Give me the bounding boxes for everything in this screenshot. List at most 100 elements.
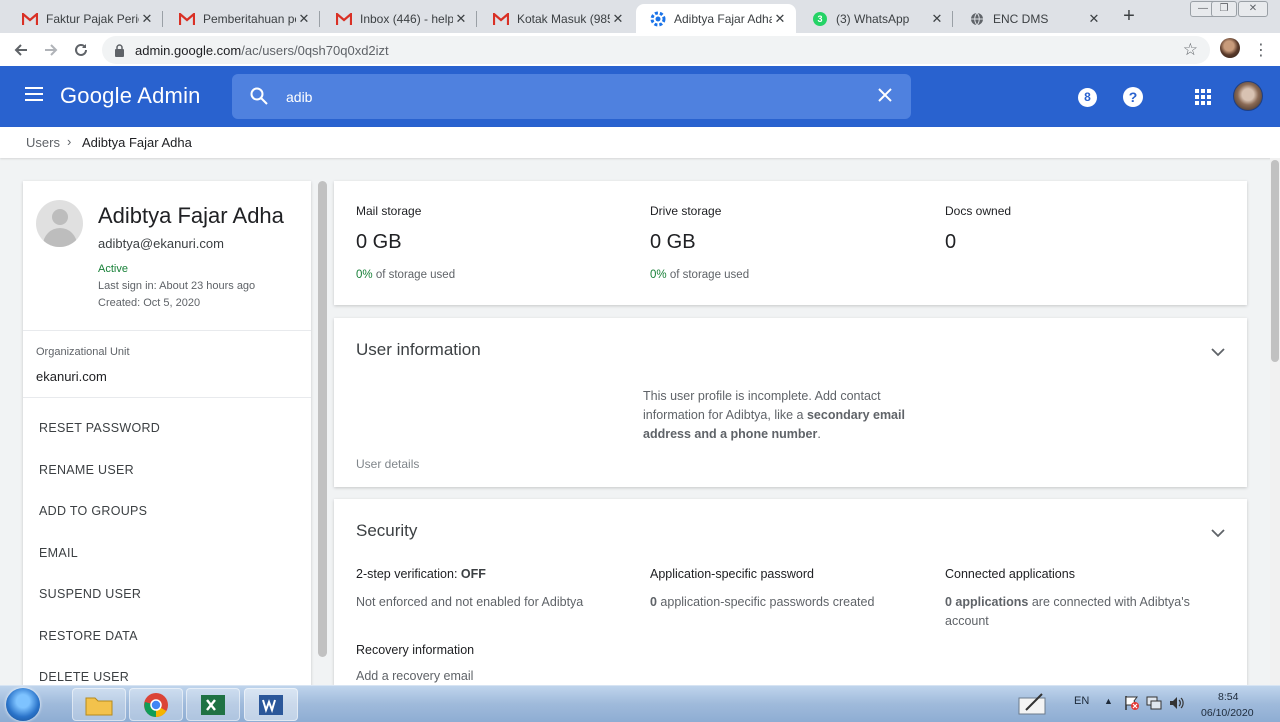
restore-data-button[interactable]: RESTORE DATA	[39, 629, 138, 643]
user-email: adibtya@ekanuri.com	[98, 236, 224, 251]
tab-separator	[319, 11, 320, 27]
two-step-label-text: 2-step verification:	[356, 567, 461, 581]
browser-menu-icon[interactable]: ⋮	[1253, 40, 1269, 60]
user-details-link[interactable]: User details	[356, 457, 419, 471]
divider	[23, 330, 311, 331]
language-indicator[interactable]: EN	[1074, 695, 1089, 707]
mail-storage-value: 0 GB	[356, 231, 402, 253]
url-path: /ac/users/0qsh70q0xd2izt	[241, 42, 389, 58]
whatsapp-icon: 3	[812, 11, 828, 27]
created-date: Created: Oct 5, 2020	[98, 297, 201, 309]
chevron-down-icon[interactable]	[1211, 344, 1225, 362]
user-information-card[interactable]: User information This user profile is in…	[334, 318, 1247, 487]
browser-tab-active[interactable]: Adibtya Fajar Adha ✕	[636, 4, 796, 33]
bookmark-star-icon[interactable]: ☆	[1183, 40, 1198, 60]
close-icon[interactable]: ✕	[1086, 11, 1102, 27]
clock-time[interactable]: 8:54	[1218, 691, 1238, 703]
app-password-label[interactable]: Application-specific password	[650, 567, 814, 581]
clock-date[interactable]: 06/10/2020	[1201, 707, 1254, 719]
main-menu-icon[interactable]	[24, 86, 44, 107]
profile-incomplete-message: This user profile is incomplete. Add con…	[643, 387, 943, 444]
close-icon[interactable]: ✕	[610, 11, 626, 27]
volume-icon[interactable]	[1168, 695, 1184, 714]
window-close-button[interactable]: ✕	[1238, 1, 1268, 17]
account-avatar[interactable]	[1233, 81, 1263, 111]
reset-password-button[interactable]: RESET PASSWORD	[39, 421, 160, 435]
apps-grid-icon[interactable]	[1195, 89, 1211, 110]
clear-search-icon[interactable]	[877, 87, 893, 108]
search-icon[interactable]	[249, 86, 269, 111]
google-admin-logo[interactable]: Google Admin	[60, 83, 201, 109]
tab-title: Pemberitahuan per	[203, 11, 296, 26]
two-step-verification-label[interactable]: 2-step verification: OFF	[356, 567, 486, 581]
app-password-count: 0	[650, 595, 657, 609]
connected-apps-label[interactable]: Connected applications	[945, 567, 1075, 581]
scrollbar-thumb[interactable]	[1271, 160, 1279, 362]
gmail-icon	[493, 11, 509, 27]
maximize-button[interactable]: ❐	[1211, 1, 1237, 17]
mail-storage-percent: 0%	[356, 269, 373, 281]
rename-user-button[interactable]: RENAME USER	[39, 463, 134, 477]
chevron-right-icon: ›	[67, 134, 72, 149]
mail-storage-label: Mail storage	[356, 204, 422, 218]
breadcrumb-users-link[interactable]: Users	[26, 135, 60, 150]
excel-button[interactable]	[186, 688, 240, 721]
notifications-badge[interactable]: 8	[1078, 88, 1097, 107]
close-icon[interactable]: ✕	[929, 11, 945, 27]
close-icon[interactable]: ✕	[296, 11, 312, 27]
forward-button[interactable]	[40, 39, 62, 61]
last-sign-in: Last sign in: About 23 hours ago	[98, 280, 256, 292]
network-icon[interactable]	[1146, 695, 1162, 714]
close-icon[interactable]: ✕	[139, 11, 155, 27]
gmail-icon	[22, 11, 38, 27]
recovery-email-link[interactable]: Add a recovery email	[356, 667, 473, 685]
browser-tab[interactable]: 3 (3) WhatsApp ✕	[798, 4, 953, 33]
browser-tab[interactable]: Kotak Masuk (985) ✕	[479, 4, 634, 33]
globe-icon	[969, 11, 985, 27]
help-icon[interactable]: ?	[1123, 87, 1143, 107]
browser-tab[interactable]: Pemberitahuan per ✕	[165, 4, 320, 33]
chevron-down-icon[interactable]	[1211, 525, 1225, 543]
word-button[interactable]	[244, 688, 298, 721]
new-tab-button[interactable]: +	[1118, 5, 1140, 27]
close-icon[interactable]: ✕	[453, 11, 469, 27]
user-information-title: User information	[356, 340, 481, 359]
security-card[interactable]: Security 2-step verification: OFF Not en…	[334, 499, 1247, 685]
page-scrollbar[interactable]	[1270, 158, 1280, 685]
folder-icon	[85, 697, 113, 715]
delete-user-button[interactable]: DELETE USER	[39, 670, 129, 684]
suspend-user-button[interactable]: SUSPEND USER	[39, 587, 141, 601]
pen-tablet-icon[interactable]	[1018, 692, 1048, 719]
profile-incomplete-end: .	[817, 427, 821, 441]
email-button[interactable]: EMAIL	[39, 546, 78, 560]
close-icon[interactable]: ✕	[772, 11, 788, 27]
recovery-info-label[interactable]: Recovery information	[356, 643, 474, 657]
add-to-groups-button[interactable]: ADD TO GROUPS	[39, 504, 147, 518]
docs-owned-label: Docs owned	[945, 204, 1012, 218]
mail-storage-usage: 0% of storage used	[356, 269, 455, 281]
connected-apps-count: 0 applications	[945, 595, 1029, 609]
storage-card: Mail storage 0 GB 0% of storage used Dri…	[334, 181, 1247, 305]
browser-tab[interactable]: Inbox (446) - helpd ✕	[322, 4, 477, 33]
reload-button[interactable]	[70, 39, 92, 61]
search-input[interactable]	[286, 86, 846, 108]
left-panel-scrollbar[interactable]	[318, 181, 327, 657]
chrome-button[interactable]	[129, 688, 183, 721]
google-admin-icon	[650, 11, 666, 27]
drive-storage-usage: 0% of storage used	[650, 269, 749, 281]
back-button[interactable]	[10, 39, 32, 61]
start-button[interactable]	[6, 688, 40, 721]
org-unit-value[interactable]: ekanuri.com	[36, 369, 107, 384]
browser-profile-avatar[interactable]	[1220, 38, 1240, 58]
show-hidden-icons-icon[interactable]: ▲	[1104, 696, 1113, 706]
browser-tab[interactable]: ENC DMS ✕	[955, 4, 1110, 33]
file-explorer-button[interactable]	[72, 688, 126, 721]
breadcrumb: Users › Adibtya Fajar Adha	[0, 127, 1280, 158]
url-host: admin.google.com	[135, 42, 242, 58]
admin-search-box[interactable]	[232, 74, 911, 119]
drive-storage-percent: 0%	[650, 269, 667, 281]
action-center-icon[interactable]	[1124, 695, 1140, 714]
tab-separator	[476, 11, 477, 27]
browser-tab[interactable]: Faktur Pajak Periode ✕	[8, 4, 163, 33]
address-bar[interactable]: admin.google.com/ac/users/0qsh70q0xd2izt…	[102, 36, 1210, 64]
